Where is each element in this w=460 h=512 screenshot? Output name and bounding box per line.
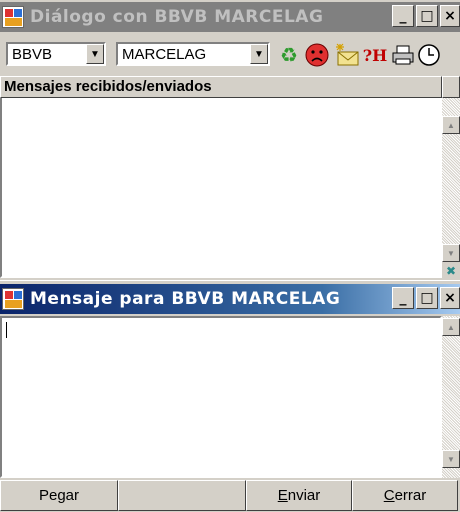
bottom-button-bar: Pegar Enviar Cerrar — [0, 480, 460, 512]
message-titlebar[interactable]: Mensaje para BBVB MARCELAG _ □ × — [0, 284, 460, 314]
close-label-rest: errar — [394, 487, 427, 504]
dialog-window: Diálogo con BBVB MARCELAG _ □ × BBVB ▼ M… — [0, 0, 460, 282]
dialog-title: Diálogo con BBVB MARCELAG — [30, 7, 324, 27]
send-label-rest: nviar — [287, 487, 321, 504]
clock-icon[interactable] — [416, 42, 442, 68]
bank-select[interactable]: BBVB ▼ — [6, 42, 106, 66]
chevron-down-icon[interactable]: ▼ — [250, 44, 268, 64]
new-mail-icon[interactable] — [334, 42, 360, 68]
close-button[interactable]: × — [440, 287, 460, 309]
dialog-titlebar[interactable]: Diálogo con BBVB MARCELAG _ □ × — [0, 2, 460, 32]
close-window-button[interactable]: Cerrar — [352, 480, 458, 511]
chevron-down-icon[interactable]: ▼ — [86, 44, 104, 64]
send-label-accel: E — [277, 487, 288, 504]
app-icon[interactable] — [2, 288, 24, 310]
bank-select-value: BBVB — [12, 45, 53, 63]
paste-label: Pegar — [38, 487, 80, 504]
maximize-button[interactable]: □ — [416, 287, 438, 309]
send-button[interactable]: Enviar — [246, 480, 352, 511]
minimize-button[interactable]: _ — [392, 287, 414, 309]
list-header[interactable]: Mensajes recibidos/enviados — [0, 76, 442, 98]
user-select[interactable]: MARCELAG ▼ — [116, 42, 270, 66]
message-title: Mensaje para BBVB MARCELAG — [30, 289, 341, 309]
scroll-up-button[interactable]: ▲ — [442, 116, 460, 134]
app-icon[interactable] — [2, 6, 24, 28]
dialog-window-controls: _ □ × — [390, 5, 460, 27]
paste-button[interactable]: Pegar — [0, 480, 118, 511]
message-list-scrollbar[interactable]: ▲ ▼ — [442, 98, 460, 262]
spacer-button — [118, 480, 246, 511]
help-icon[interactable]: ?H — [362, 42, 388, 68]
close-button[interactable]: × — [440, 5, 460, 27]
message-editor[interactable] — [0, 316, 442, 478]
text-caret — [6, 322, 7, 338]
scroll-down-button[interactable]: ▼ — [442, 244, 460, 262]
maximize-button[interactable]: □ — [416, 5, 438, 27]
minimize-button[interactable]: _ — [392, 5, 414, 27]
message-list[interactable] — [0, 98, 442, 278]
print-icon[interactable] — [390, 42, 416, 68]
user-select-value: MARCELAG — [122, 45, 207, 63]
resize-grip-icon[interactable]: ✖ — [442, 262, 460, 280]
dialog-toolbar: BBVB ▼ MARCELAG ▼ ♻ ?H — [0, 38, 460, 68]
editor-scrollbar[interactable]: ▲ ▼ — [442, 316, 460, 478]
message-window-controls: _ □ × — [390, 287, 460, 309]
help-label: ?H — [362, 45, 388, 65]
scroll-down-button[interactable]: ▼ — [442, 450, 460, 468]
close-label-accel: C — [383, 487, 395, 504]
sad-face-icon[interactable] — [304, 42, 330, 68]
scroll-up-button[interactable]: ▲ — [442, 318, 460, 336]
refresh-icon[interactable]: ♻ — [276, 42, 302, 68]
header-corner — [442, 76, 460, 98]
